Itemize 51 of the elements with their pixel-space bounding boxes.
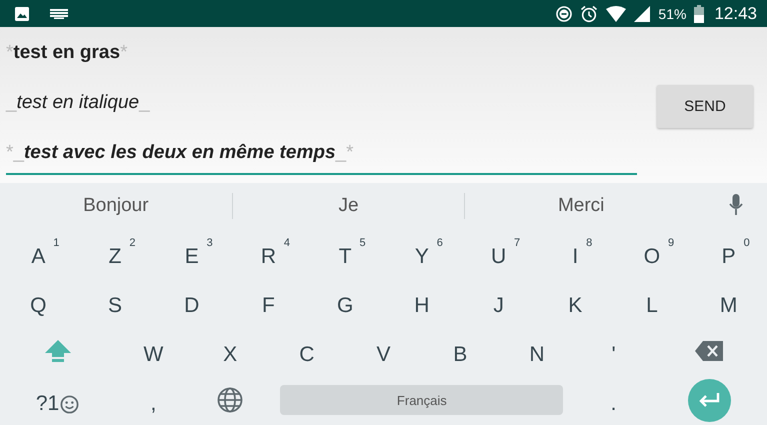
key[interactable]: B xyxy=(439,335,482,368)
key[interactable]: R $^{4}$ xyxy=(246,236,290,269)
suggestion-item[interactable]: Bonjour xyxy=(0,194,232,216)
key[interactable]: A $^{1}$ xyxy=(17,236,60,269)
message-input-field[interactable]: *test en gras* _test en italique_ *_test avec les deux en même temps_* xyxy=(6,37,637,175)
battery-percent: 51% xyxy=(658,6,686,22)
enter-button[interactable] xyxy=(688,378,731,422)
key[interactable]: G xyxy=(322,286,368,318)
key[interactable]: S xyxy=(94,286,136,318)
send-button[interactable]: SEND xyxy=(657,85,753,128)
key[interactable]: J xyxy=(479,286,518,318)
key[interactable]: E $^{3}$ xyxy=(170,236,213,269)
key[interactable]: K xyxy=(554,286,596,318)
key[interactable]: Q xyxy=(16,286,61,318)
key[interactable]: . xyxy=(596,384,631,416)
globe-icon[interactable] xyxy=(217,387,244,414)
suggestion-item[interactable]: Je xyxy=(232,194,464,216)
backspace-icon[interactable] xyxy=(695,341,724,362)
key[interactable]: Z $^{2}$ xyxy=(94,236,136,269)
microphone-icon[interactable] xyxy=(729,194,743,216)
key[interactable]: I $^{8}$ xyxy=(558,236,592,269)
wifi-icon xyxy=(606,6,626,22)
key[interactable]: , xyxy=(136,384,170,416)
key[interactable]: D xyxy=(170,286,214,318)
enter-icon xyxy=(697,392,722,408)
key[interactable]: P $^{0}$ xyxy=(708,236,750,269)
key[interactable]: Y $^{6}$ xyxy=(400,236,443,269)
key[interactable]: H xyxy=(400,286,444,318)
key[interactable]: N xyxy=(515,335,558,368)
symbols-key[interactable]: ?1 xyxy=(22,384,94,416)
key[interactable]: M xyxy=(706,286,752,318)
key[interactable]: O $^{9}$ xyxy=(630,236,674,269)
emoji-icon xyxy=(60,394,80,414)
suggestion-item[interactable]: Merci xyxy=(465,194,698,216)
do-not-disturb-icon xyxy=(556,6,572,22)
key[interactable]: V xyxy=(362,335,405,368)
keyboard-icon xyxy=(50,8,68,18)
key[interactable]: ' xyxy=(598,335,630,368)
battery-icon xyxy=(694,4,704,22)
key[interactable]: T $^{5}$ xyxy=(324,236,366,269)
alarm-icon xyxy=(580,4,598,22)
key[interactable]: C xyxy=(285,335,328,368)
clock-time: 12:43 xyxy=(714,4,757,24)
key[interactable]: L xyxy=(632,286,672,318)
space-bar[interactable]: Français xyxy=(280,385,564,416)
key[interactable]: F xyxy=(248,286,289,318)
key[interactable]: X xyxy=(209,335,252,368)
image-icon xyxy=(14,6,30,22)
key[interactable]: U $^{7}$ xyxy=(476,236,520,269)
signal-icon xyxy=(634,6,650,22)
key[interactable]: W xyxy=(129,335,178,368)
